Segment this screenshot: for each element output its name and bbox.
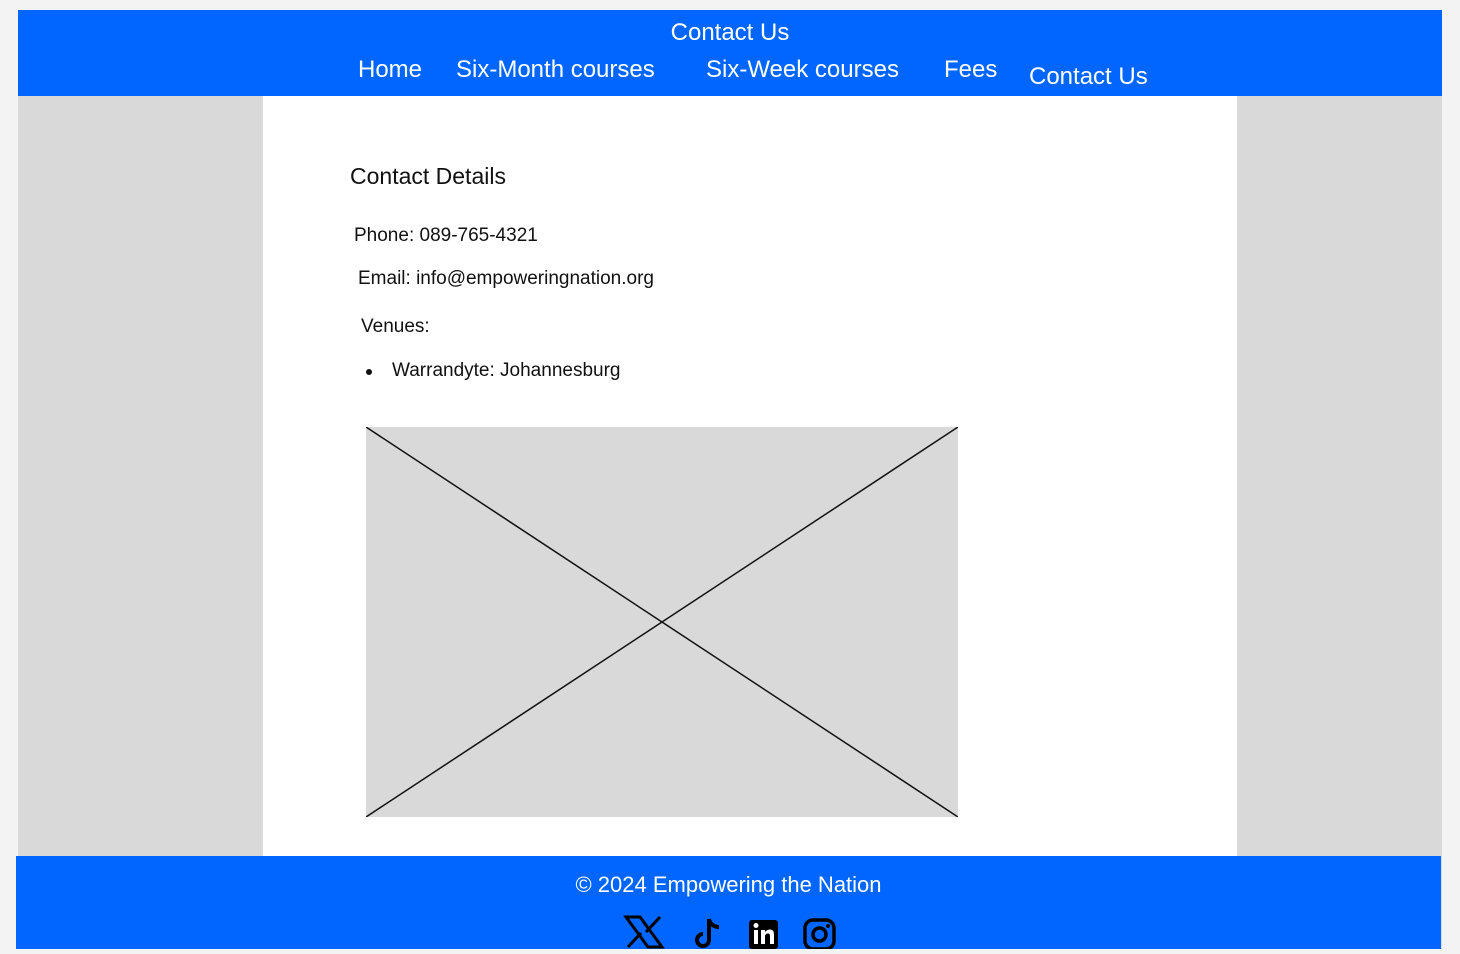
instagram-icon[interactable] [802, 915, 838, 951]
contact-details-heading: Contact Details [350, 163, 506, 189]
site-header: Contact Us Home Six-Month courses Six-We… [18, 10, 1442, 96]
email-text: Email: info@empoweringnation.org [358, 268, 654, 289]
copyright-text: © 2024 Empowering the Nation [575, 872, 882, 897]
site-footer: © 2024 Empowering the Nation [16, 856, 1441, 951]
page-title: Contact Us [670, 19, 790, 46]
x-icon[interactable] [622, 915, 665, 949]
nav-item-home[interactable]: Home [358, 56, 422, 84]
tiktok-icon[interactable] [692, 915, 726, 949]
nav-item-six-month-courses[interactable]: Six-Month courses [456, 56, 655, 84]
image-placeholder [366, 427, 958, 817]
venue-list-item: Warrandyte: Johannesburg [364, 359, 620, 383]
linkedin-icon[interactable] [747, 915, 781, 949]
venues-label: Venues: [361, 316, 430, 337]
venue-list: Warrandyte: Johannesburg [364, 359, 620, 383]
bullet-icon [366, 369, 372, 375]
phone-text: Phone: 089-765-4321 [354, 225, 538, 246]
nav-item-six-week-courses[interactable]: Six-Week courses [706, 56, 899, 84]
nav-item-fees[interactable]: Fees [944, 56, 997, 84]
image-placeholder-icon [366, 427, 958, 817]
nav-item-contact-us[interactable]: Contact Us [1029, 63, 1148, 91]
venue-name: Warrandyte: Johannesburg [392, 360, 621, 381]
main-content: Contact Details Phone: 089-765-4321 Emai… [263, 96, 1237, 856]
